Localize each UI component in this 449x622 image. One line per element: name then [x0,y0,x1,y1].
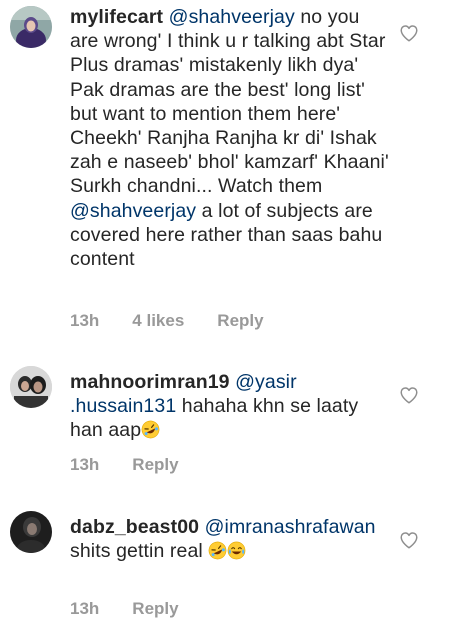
username[interactable]: dabz_beast00 [70,516,199,538]
reply-button[interactable]: Reply [217,311,263,330]
avatar[interactable] [10,511,52,553]
comment-meta: 13h 4 likes Reply [70,311,297,331]
username[interactable]: mahnoorimran19 [70,371,230,393]
heart-outline-icon[interactable] [399,24,419,42]
comment-meta: 13h Reply [70,455,212,475]
reply-button[interactable]: Reply [132,455,178,474]
comment-meta: 13h Reply [70,599,212,619]
mention-link[interactable]: @shahveerjay [169,6,295,28]
reply-button[interactable]: Reply [132,599,178,618]
comment-text: dabz_beast00 @imranashrafawan shits gett… [70,515,390,563]
heart-outline-icon[interactable] [399,386,419,404]
timestamp: 13h [70,311,100,330]
comment-item: mylifecart @shahveerjay no you are wrong… [0,0,449,340]
mention-link[interactable]: @shahveerjay [70,200,196,222]
joy-emoji [228,541,246,560]
avatar[interactable] [10,366,52,408]
likes-count[interactable]: 4 likes [132,311,184,330]
avatar[interactable] [10,6,52,48]
timestamp: 13h [70,455,100,474]
username[interactable]: mylifecart [70,6,163,28]
heart-outline-icon[interactable] [399,531,419,549]
rofl-emoji [141,421,160,439]
rofl-emoji [209,541,227,560]
timestamp: 13h [70,599,100,618]
comment-text: mahnoorimran19 @yasir .hussain131 hahaha… [70,370,390,443]
comment-body: no you are wrong' I think u r talking ab… [70,6,389,198]
mention-link[interactable]: @imranashrafawan [205,516,376,538]
comment-text: mylifecart @shahveerjay no you are wrong… [70,5,390,271]
comment-body: shits gettin real [70,540,209,563]
